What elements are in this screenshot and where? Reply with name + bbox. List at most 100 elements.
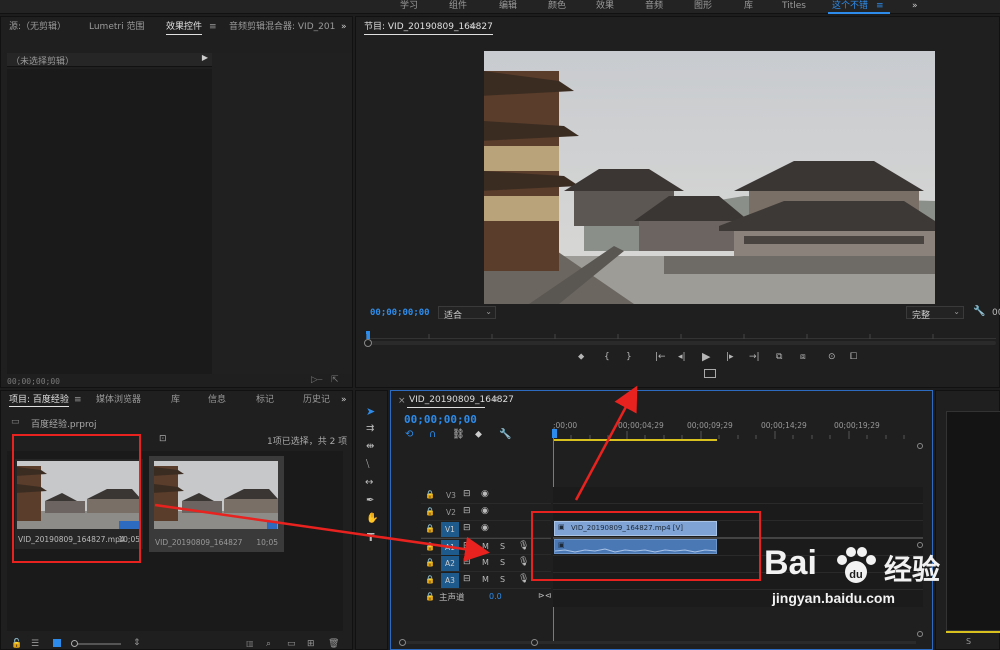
wrench-icon[interactable]: 🔧 xyxy=(973,306,985,317)
lock-icon[interactable]: 🔓 xyxy=(11,639,22,649)
track-label-v2[interactable]: V2 xyxy=(441,506,461,520)
program-timecode[interactable]: 00;00;00;00 xyxy=(370,308,430,318)
slip-tool-icon[interactable]: ↔ xyxy=(365,477,373,488)
razor-tool-icon[interactable]: ⧹ xyxy=(366,459,369,470)
workspace-titles[interactable]: Titles xyxy=(782,0,806,14)
step-back-icon[interactable]: ◂| xyxy=(678,351,686,363)
microphone-icon[interactable]: 🎙 xyxy=(518,557,529,567)
meter-solo-button[interactable]: S xyxy=(966,637,971,646)
microphone-icon[interactable]: 🎙 xyxy=(518,541,529,551)
tab-audio-clip-mixer[interactable]: 音频剪辑混合器: VID_201 xyxy=(229,17,335,37)
new-bin-icon[interactable]: ⊡ xyxy=(159,434,167,444)
go-to-end-icon[interactable]: ⊳⊲ xyxy=(538,591,551,600)
solo-button[interactable]: S xyxy=(500,558,505,567)
lock-track-icon[interactable]: 🔒 xyxy=(425,507,435,516)
tab-source[interactable]: 源:（无剪辑） xyxy=(9,17,66,37)
lock-track-icon[interactable]: 🔒 xyxy=(425,558,435,567)
master-volume-value[interactable]: 0.0 xyxy=(489,592,502,601)
workspace-overflow-icon[interactable]: » xyxy=(912,0,918,14)
sync-lock-icon[interactable]: ⊟ xyxy=(463,523,471,533)
project-overflow-icon[interactable]: » xyxy=(341,391,347,409)
lock-track-icon[interactable]: 🔒 xyxy=(425,524,435,533)
lock-track-icon[interactable]: 🔒 xyxy=(425,592,435,601)
sync-lock-icon[interactable]: ⊟ xyxy=(463,574,471,584)
tab-effect-controls[interactable]: 效果控件 xyxy=(166,17,203,37)
step-forward-icon[interactable]: |▸ xyxy=(726,351,734,363)
workspace-graphics[interactable]: 图形 xyxy=(694,0,712,14)
tab-markers[interactable]: 标记 xyxy=(256,391,274,409)
timeline-timecode[interactable]: 00;00;00;00 xyxy=(404,413,477,426)
icon-view-icon[interactable] xyxy=(53,639,61,647)
vr-video-icon[interactable] xyxy=(704,369,716,378)
sort-icon[interactable]: ⇕ xyxy=(133,638,141,648)
comparison-view-icon[interactable]: ⧠ xyxy=(850,351,857,363)
work-area-bar[interactable] xyxy=(553,439,717,441)
track-label-v3[interactable]: V3 xyxy=(441,489,461,503)
play-icon[interactable]: ▶ xyxy=(702,351,710,363)
sync-lock-icon[interactable]: ⊟ xyxy=(463,506,471,516)
workspace-effects[interactable]: 效果 xyxy=(596,0,614,14)
extract-icon[interactable]: ⧈ xyxy=(800,351,806,363)
mark-out-icon[interactable]: } xyxy=(626,351,632,363)
track-label-a2[interactable]: A2 xyxy=(441,556,459,571)
ripple-edit-tool-icon[interactable]: ⇹ xyxy=(366,441,374,452)
mute-button[interactable]: M xyxy=(482,558,489,567)
timeline-playhead-head[interactable] xyxy=(552,429,557,438)
add-marker-icon[interactable]: ⬥ xyxy=(578,351,584,363)
export-icon[interactable]: ⇱ xyxy=(331,375,339,385)
tab-menu-icon[interactable]: ≡ xyxy=(209,17,217,37)
lock-track-icon[interactable]: 🔒 xyxy=(425,575,435,584)
linked-selection-icon[interactable]: ⛓ xyxy=(452,429,465,440)
mute-button[interactable]: M xyxy=(482,575,489,584)
tab-libraries[interactable]: 库 xyxy=(171,391,180,409)
marker-icon[interactable]: ⬥ xyxy=(475,429,482,440)
lock-track-icon[interactable]: 🔒 xyxy=(425,490,435,499)
track-select-tool-icon[interactable]: ⇉ xyxy=(366,423,374,434)
trash-icon[interactable]: 🗑 xyxy=(328,639,339,649)
tab-lumetri-scopes[interactable]: Lumetri 范围 xyxy=(89,17,144,37)
hscroll-handle-left[interactable] xyxy=(399,639,406,646)
sync-lock-icon[interactable]: ⊟ xyxy=(463,557,471,567)
scroll-handle-bottom[interactable] xyxy=(917,631,923,637)
mute-button[interactable]: M xyxy=(482,542,489,551)
workspace-editing[interactable]: 编辑 xyxy=(499,0,517,14)
timeline-menu-icon[interactable]: ≡ xyxy=(492,395,500,405)
zoom-handle-left[interactable] xyxy=(364,339,372,347)
pen-tool-icon[interactable]: ✒ xyxy=(366,495,374,506)
workspace-assembly[interactable]: 组件 xyxy=(449,0,467,14)
thumbnail-size-slider[interactable] xyxy=(71,640,121,647)
type-tool-icon[interactable]: T xyxy=(367,531,375,544)
scroll-handle-top[interactable] xyxy=(917,443,923,449)
sync-lock-icon[interactable]: ⊟ xyxy=(463,541,471,551)
tab-media-browser[interactable]: 媒体浏览器 xyxy=(96,391,141,409)
time-ruler[interactable]: ;00;00 00;00;04;29 00;00;09;29 00;00;14;… xyxy=(553,421,923,443)
new-bin-bottom-icon[interactable]: ▭ xyxy=(287,639,296,649)
track-label-a1[interactable]: A1 xyxy=(441,540,459,555)
project-item[interactable]: VID_20190809_164827 10;05 xyxy=(149,456,284,552)
hscroll-handle-right[interactable] xyxy=(531,639,538,646)
settings-wrench-icon[interactable]: 🔧 xyxy=(499,429,511,440)
tab-project[interactable]: 项目: 百度经验 xyxy=(9,391,69,409)
workspace-color[interactable]: 颜色 xyxy=(548,0,566,14)
solo-button[interactable]: S xyxy=(500,542,505,551)
hand-tool-icon[interactable]: ✋ xyxy=(366,513,378,524)
expand-triangle-icon[interactable]: ▶ xyxy=(202,53,208,62)
snap-icon[interactable]: ∩ xyxy=(429,429,436,440)
go-to-out-icon[interactable]: →| xyxy=(749,351,760,363)
nest-icon[interactable]: ⟲ xyxy=(405,429,413,440)
workspace-libraries[interactable]: 库 xyxy=(744,0,753,14)
program-zoom-bar[interactable] xyxy=(364,339,996,347)
eye-icon[interactable]: ◉ xyxy=(481,523,489,533)
go-to-in-icon[interactable]: |← xyxy=(655,351,666,363)
program-menu-icon[interactable]: ≡ xyxy=(469,17,477,37)
eye-icon[interactable]: ◉ xyxy=(481,506,489,516)
find-icon[interactable]: ⌕ xyxy=(266,639,271,649)
horizontal-scrollbar[interactable] xyxy=(399,639,916,646)
workspace-learn[interactable]: 学习 xyxy=(400,0,418,14)
panel-overflow-icon[interactable]: » xyxy=(341,17,347,37)
new-item-icon[interactable]: ⊞ xyxy=(307,639,315,649)
play-only-icon[interactable]: ▷⎯ xyxy=(311,375,322,385)
solo-button[interactable]: S xyxy=(500,575,505,584)
camera-icon[interactable]: ⊙ xyxy=(828,351,836,363)
track-label-a3[interactable]: A3 xyxy=(441,573,459,588)
